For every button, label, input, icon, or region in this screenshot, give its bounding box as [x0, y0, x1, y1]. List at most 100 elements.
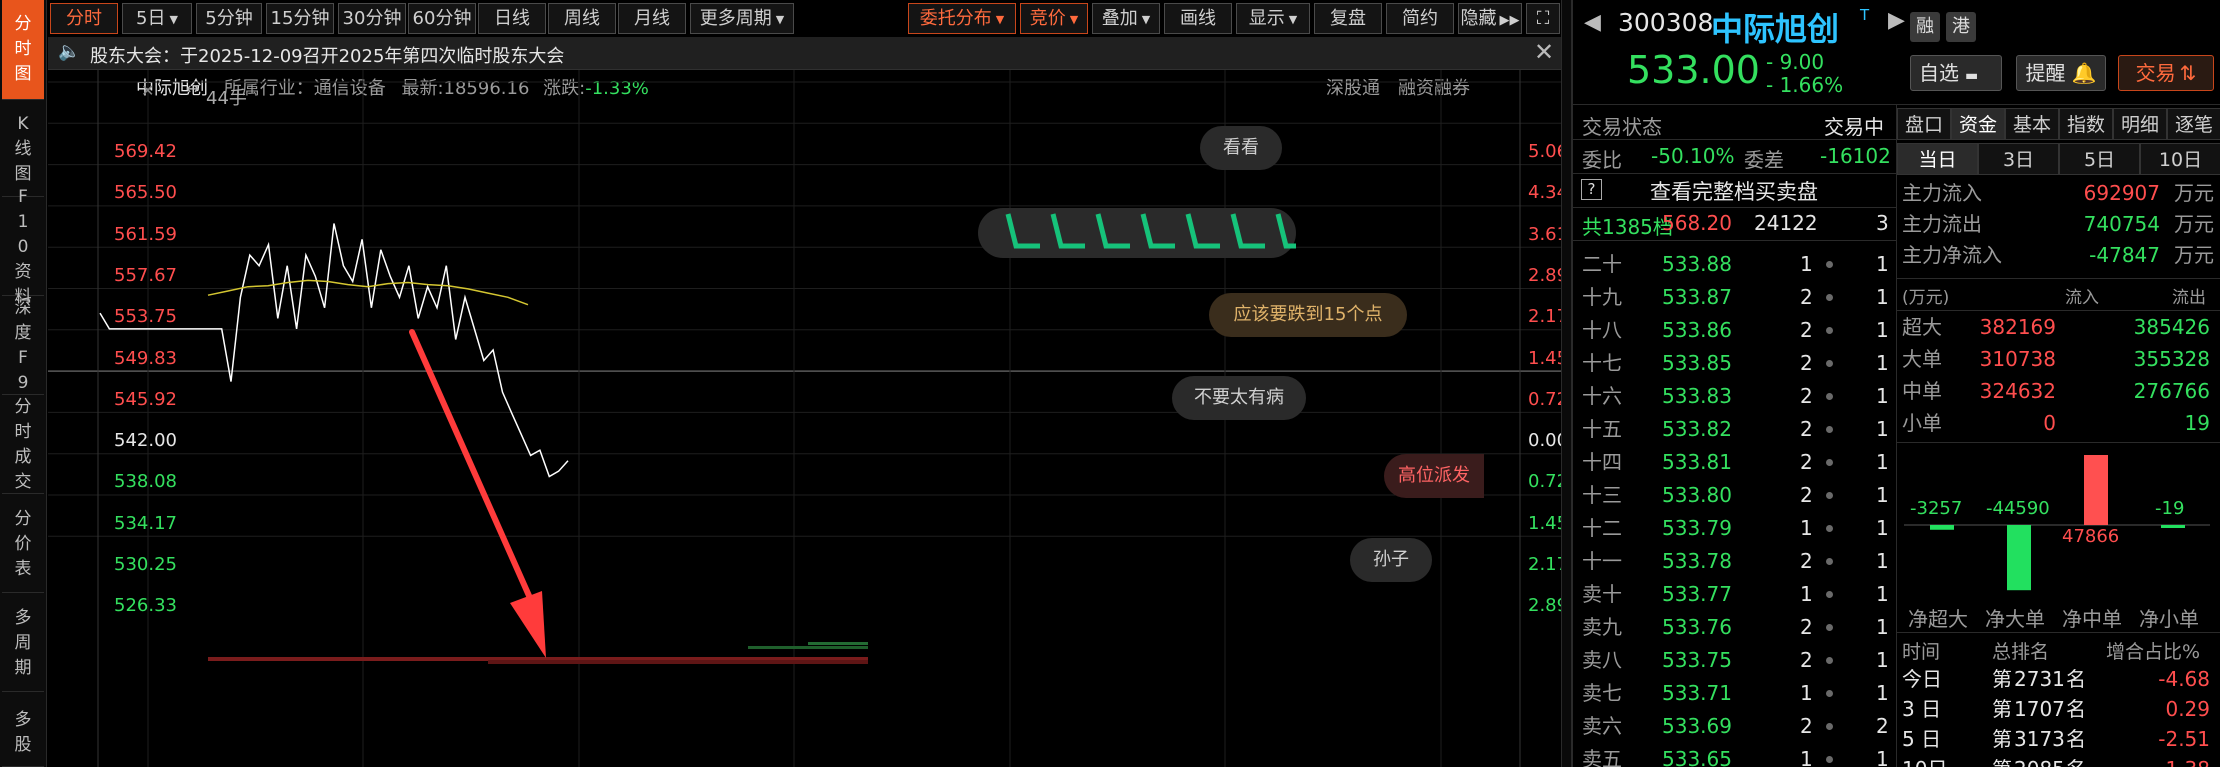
vtab-price-table[interactable]: 分价表: [2, 496, 44, 593]
ask-level-row[interactable]: 卖六 533.69 2 2: [1580, 710, 1890, 743]
period-tab[interactable]: 当日: [1897, 143, 1978, 175]
ask-level-count: 1: [1876, 615, 1889, 639]
period-15min-label: 15分钟: [270, 8, 330, 29]
ask-level-row[interactable]: 十三 533.80 2 1: [1580, 479, 1890, 512]
replay-button[interactable]: 复盘: [1314, 3, 1382, 34]
overlay-button[interactable]: 叠加 ▼: [1092, 3, 1160, 34]
announcement-text[interactable]: 股东大会：于2025-12-09召开2025年第四次临时股东大会: [90, 42, 564, 68]
period-tab[interactable]: 10日: [2140, 143, 2220, 175]
ask-level-row[interactable]: 二十 533.88 1 1: [1580, 248, 1890, 281]
ask-level-row[interactable]: 卖八 533.75 2 1: [1580, 644, 1890, 677]
auction-label: 竞价: [1029, 8, 1066, 29]
vtab-multi-stock[interactable]: 多股: [2, 694, 44, 767]
order-dot-icon: [1826, 294, 1833, 301]
detail-tab[interactable]: 盘口: [1897, 108, 1951, 140]
full-orderbook-link[interactable]: 查看完整档买卖盘: [1650, 176, 1818, 206]
display-button[interactable]: 显示 ▼: [1236, 3, 1310, 34]
rank-pct-header: 增合占比%: [2106, 641, 2201, 663]
ask-level-row[interactable]: 十八 533.86 2 1: [1580, 314, 1890, 347]
comment-bubble[interactable]: 高位派发: [1384, 454, 1484, 498]
detail-tab[interactable]: 逐笔: [2167, 108, 2220, 140]
comment-bubble[interactable]: 不要太有病: [1172, 376, 1306, 420]
period-60min-button[interactable]: 60分钟: [408, 3, 476, 34]
detail-tab[interactable]: 基本: [2005, 108, 2059, 140]
ask-level-row[interactable]: 十九 533.87 2 1: [1580, 281, 1890, 314]
vtab-kline[interactable]: K线图: [2, 102, 44, 197]
vtab-ticks[interactable]: 分时成交: [2, 397, 44, 494]
chart-close-icon[interactable]: ✕: [141, 81, 154, 100]
vtab-f10[interactable]: F10资料: [2, 187, 44, 307]
period-more-button[interactable]: 更多周期 ▼: [690, 3, 794, 34]
ask-level-row[interactable]: 十六 533.83 2 1: [1580, 380, 1890, 413]
simple-button[interactable]: 简约: [1386, 3, 1454, 34]
period-5day-button[interactable]: 5日 ▼: [122, 3, 192, 34]
order-dot-icon: [1826, 327, 1833, 334]
comment-bubble[interactable]: 看看: [1200, 126, 1282, 170]
auction-button[interactable]: 竞价 ▼: [1020, 3, 1088, 34]
resize-arrows-icon[interactable]: ↔: [186, 79, 199, 98]
ask-level-row[interactable]: 卖七 533.71 1 1: [1580, 677, 1890, 710]
ask-level-row[interactable]: 十五 533.82 2 1: [1580, 413, 1890, 446]
ask-level-row[interactable]: 卖九 533.76 2 1: [1580, 611, 1890, 644]
period-daily-button[interactable]: 日线: [478, 3, 546, 34]
ask-level-row[interactable]: 十二 533.79 1 1: [1580, 512, 1890, 545]
inflow-header: 流入: [2065, 288, 2099, 308]
period-monthly-label: 月线: [634, 8, 670, 29]
divider: [1572, 173, 1896, 174]
falling-bar-glyph: [1185, 213, 1220, 249]
period-tab[interactable]: 5日: [2059, 143, 2140, 175]
falling-bar-glyph: [1230, 213, 1265, 249]
ask-level-row[interactable]: 卖十 533.77 1 1: [1580, 578, 1890, 611]
vtab-price-table-label: 分价表: [14, 508, 32, 579]
price-chart-canvas[interactable]: [48, 70, 1561, 767]
next-stock-icon[interactable]: ▶: [1888, 8, 1905, 33]
period-monthly-button[interactable]: 月线: [618, 3, 686, 34]
ask-level-row[interactable]: 十四 533.81 2 1: [1580, 446, 1890, 479]
period-15min-button[interactable]: 15分钟: [266, 3, 334, 34]
watchlist-button[interactable]: 自选 ▬: [1910, 55, 2002, 91]
period-intraday-button[interactable]: 分时: [50, 3, 118, 34]
inflow-value: 324632: [1979, 379, 2056, 403]
ask-level-count: 1: [1876, 417, 1889, 441]
panel-splitter[interactable]: [1561, 0, 1572, 767]
help-icon[interactable]: ?: [1581, 179, 1602, 200]
ask-level-row[interactable]: 十一 533.78 2 1: [1580, 545, 1890, 578]
double-chevron-right-icon: ▶▶: [1499, 13, 1520, 28]
detail-tab[interactable]: 资金: [1951, 108, 2005, 140]
detail-tab[interactable]: 明细: [2113, 108, 2167, 140]
close-icon[interactable]: ✕: [1534, 38, 1554, 66]
net-flow-bar: [2084, 455, 2108, 525]
price-tick-label: 542.00: [114, 430, 177, 452]
period-tab[interactable]: 3日: [1978, 143, 2059, 175]
ask-level-row[interactable]: 卖五 533.65 1 1: [1580, 743, 1890, 767]
draw-line-button[interactable]: 画线: [1164, 3, 1232, 34]
comment-bubble[interactable]: 孙子: [1350, 538, 1432, 582]
expand-icon[interactable]: ⛶: [1526, 3, 1560, 34]
flow-size-label: 大单: [1902, 347, 1942, 371]
period-5min-button[interactable]: 5分钟: [196, 3, 262, 34]
price-tick-label: 565.50: [114, 182, 177, 204]
rank-number: 1707: [2014, 697, 2065, 721]
ask-level-row[interactable]: 十七 533.85 2 1: [1580, 347, 1890, 380]
sentiment-bubble[interactable]: [978, 208, 1310, 258]
period-30min-button[interactable]: 30分钟: [338, 3, 406, 34]
detail-tab[interactable]: 指数: [2059, 108, 2113, 140]
prev-stock-icon[interactable]: ◀: [1584, 10, 1601, 35]
ask-level-label: 卖九: [1582, 615, 1622, 639]
comment-bubble[interactable]: 应该要跌到15个点: [1209, 293, 1407, 337]
ask-level-count: 1: [1876, 285, 1889, 309]
alert-button[interactable]: 提醒 🔔: [2016, 55, 2106, 91]
trade-label: 交易: [2135, 61, 2176, 85]
cursor-volume-label: 44手: [206, 88, 247, 109]
trade-button[interactable]: 交易 ⇅: [2118, 55, 2214, 91]
vtab-multi-period[interactable]: 多周期: [2, 595, 44, 692]
main-flow-row: 主力流入 692907 万元: [1902, 178, 2214, 209]
price-tick-label: 545.92: [114, 388, 177, 410]
ask-level-volume: 2: [1800, 549, 1813, 573]
period-weekly-button[interactable]: 周线: [548, 3, 616, 34]
order-distribution-button[interactable]: 委托分布 ▼: [908, 3, 1016, 34]
vtab-intraday[interactable]: 分时图: [2, 0, 44, 100]
trade-status-label: 交易状态: [1582, 115, 1662, 139]
hide-button[interactable]: 隐藏 ▶▶: [1458, 3, 1522, 34]
vtab-depth[interactable]: 深度F9: [2, 298, 44, 395]
